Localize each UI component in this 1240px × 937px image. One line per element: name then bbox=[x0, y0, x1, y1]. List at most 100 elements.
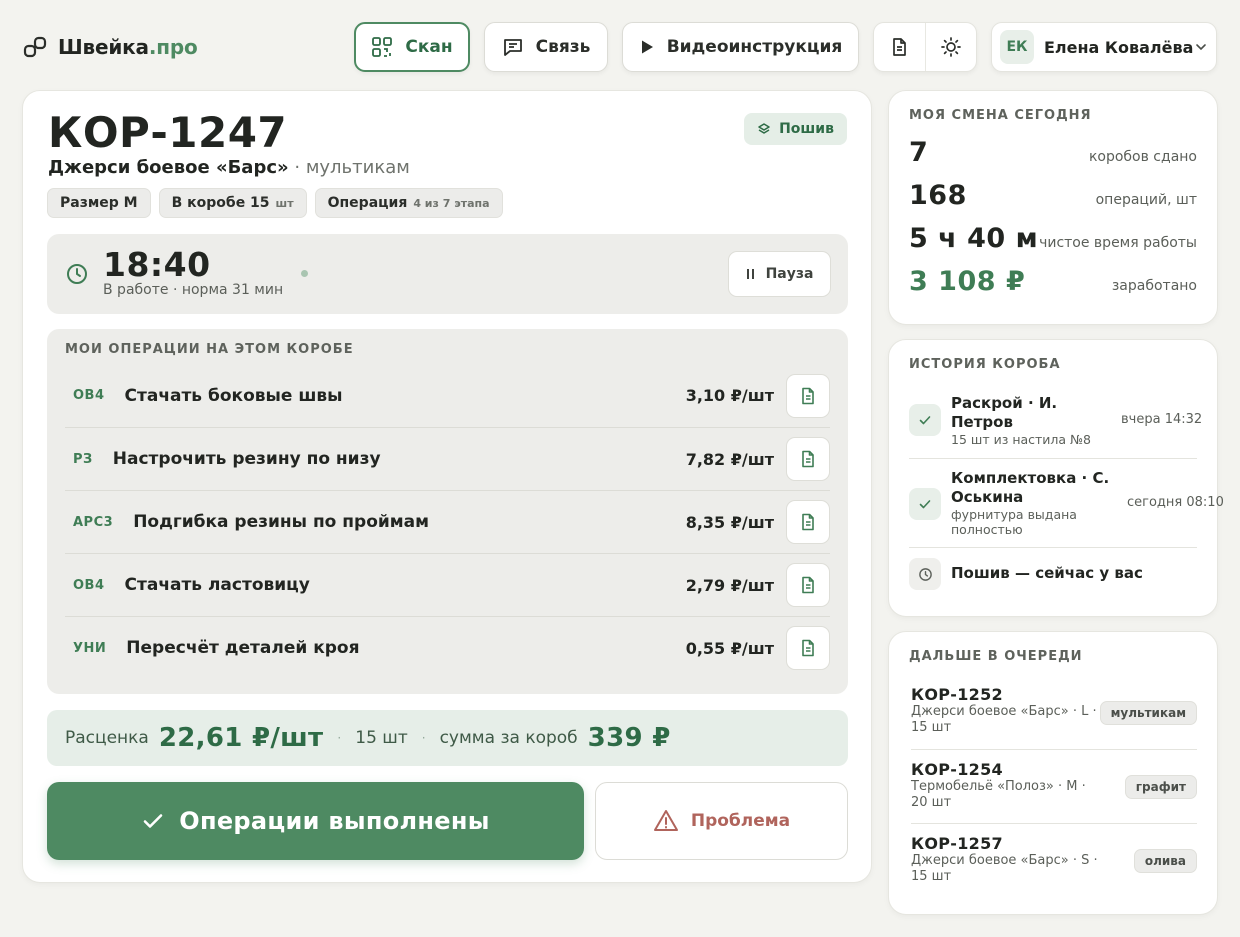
operation-row: АРС3 Подгибка резины по проймам 8,35 ₽/ш… bbox=[65, 490, 830, 553]
avatar: ЕК bbox=[1000, 30, 1034, 64]
box-subtitle: Джерси боевое «Барс» · мультикам bbox=[48, 157, 410, 178]
queue-box-desc: Термобельё «Полоз» · M · 20 шт bbox=[911, 779, 1086, 810]
history-time: вчера 14:32 bbox=[1121, 412, 1203, 427]
stat-label: операций, шт bbox=[1095, 192, 1197, 208]
document-icon bbox=[799, 513, 817, 531]
document-icon bbox=[799, 450, 817, 468]
operations-done-button[interactable]: Операции выполнены bbox=[47, 782, 584, 860]
stat-label: чистое время работы bbox=[1039, 235, 1197, 251]
operation-row: УНИ Пересчёт деталей кроя 0,55 ₽/шт bbox=[65, 616, 830, 679]
operation-doc-button[interactable] bbox=[786, 626, 830, 670]
document-icon bbox=[799, 576, 817, 594]
shift-card: МОЯ СМЕНА СЕГОДНЯ 7 коробов сдано 168 оп… bbox=[888, 90, 1218, 325]
queue-item[interactable]: КОР-1252 Джерси боевое «Барс» · L · 15 ш… bbox=[911, 685, 1197, 749]
shift-title: МОЯ СМЕНА СЕГОДНЯ bbox=[909, 108, 1092, 123]
stat-value: 3 108 ₽ bbox=[909, 266, 1026, 297]
user-menu[interactable]: ЕК Елена Ковалёва bbox=[991, 22, 1217, 72]
stat-row: 168 операций, шт bbox=[909, 180, 1197, 211]
operation-price: 0,55 ₽/шт bbox=[685, 638, 774, 658]
app-name: Швейка.про bbox=[58, 35, 198, 59]
history-item: Пошив — сейчас у вас bbox=[909, 547, 1197, 599]
operation-name: Подгибка резины по проймам bbox=[133, 512, 430, 532]
queue-item[interactable]: КОР-1254 Термобельё «Полоз» · M · 20 шт … bbox=[911, 749, 1197, 823]
user-name: Елена Ковалёва bbox=[1044, 37, 1194, 57]
operation-name: Стачать боковые швы bbox=[124, 385, 343, 406]
chevron-down-icon bbox=[1194, 40, 1208, 54]
work-timer: 18:40 В работе · норма 31 мин Пауза bbox=[47, 234, 848, 314]
scan-label: Скан bbox=[405, 37, 453, 57]
quantity-chip: В коробе 15 шт bbox=[158, 188, 307, 218]
operations-title: МОИ ОПЕРАЦИИ НА ЭТОМ КОРОБЕ bbox=[65, 342, 354, 357]
problem-button[interactable]: Проблема bbox=[595, 782, 848, 860]
operation-doc-button[interactable] bbox=[786, 373, 830, 418]
scan-button[interactable]: Скан bbox=[354, 22, 470, 72]
rate-quantity: 15 шт bbox=[355, 728, 408, 748]
queue-item[interactable]: КОР-1257 Джерси боевое «Барс» · S · 15 ш… bbox=[911, 823, 1197, 897]
operation-row: РЗ Настрочить резину по низу 7,82 ₽/шт bbox=[65, 427, 830, 490]
clock-icon bbox=[65, 262, 89, 286]
layers-icon bbox=[757, 122, 771, 136]
operation-code: УНИ bbox=[73, 640, 107, 656]
operation-doc-button[interactable] bbox=[786, 563, 830, 607]
stat-label: заработано bbox=[1111, 278, 1197, 294]
app-logo[interactable]: Швейка.про bbox=[22, 33, 198, 61]
box-chips: Размер М В коробе 15 шт Операция 4 из 7 эт… bbox=[47, 188, 503, 218]
operation-name: Пересчёт деталей кроя bbox=[126, 638, 360, 658]
queue-box-desc: Джерси боевое «Барс» · L · 15 шт bbox=[911, 704, 1097, 735]
box-id: КОР-1247 bbox=[48, 108, 288, 157]
history-main: Комплектовка · С. Оськина bbox=[951, 469, 1110, 506]
history-main: Пошив — сейчас у вас bbox=[951, 564, 1143, 582]
rate-label: Расценка bbox=[65, 728, 149, 748]
stat-row: 7 коробов сдано bbox=[909, 137, 1197, 168]
document-icon bbox=[799, 639, 817, 657]
queue-color-tag: графит bbox=[1124, 775, 1197, 799]
video-label: Видеоинструкция bbox=[666, 37, 843, 57]
stat-label: коробов сдано bbox=[1088, 149, 1197, 165]
stat-value: 5 ч 40 м bbox=[909, 223, 1039, 254]
operation-code: ОВ4 bbox=[73, 388, 105, 403]
stat-row: 5 ч 40 м чистое время работы bbox=[909, 223, 1197, 254]
chat-label: Связь bbox=[535, 37, 591, 57]
operation-doc-button[interactable] bbox=[786, 500, 830, 544]
operation-row: ОВ4 Стачать ластовицу 2,79 ₽/шт bbox=[65, 553, 830, 616]
pause-button[interactable]: Пауза bbox=[728, 251, 831, 297]
rate-summary: Расценка 22,61 ₽/шт · 15 шт · сумма за к… bbox=[47, 710, 848, 766]
warning-icon bbox=[653, 809, 679, 833]
operation-name: Стачать ластовицу bbox=[124, 575, 310, 595]
check-icon bbox=[909, 404, 941, 436]
header-tools bbox=[873, 22, 977, 72]
chat-button[interactable]: Связь bbox=[484, 22, 608, 72]
sun-icon bbox=[940, 36, 962, 58]
theme-toggle-button[interactable] bbox=[924, 23, 977, 71]
check-icon bbox=[141, 809, 165, 833]
chat-icon bbox=[502, 36, 524, 58]
queue-title: ДАЛЬШЕ В ОЧЕРЕДИ bbox=[909, 649, 1083, 664]
operation-price: 7,82 ₽/шт bbox=[685, 449, 774, 469]
timer-value: 18:40 bbox=[103, 245, 211, 284]
operation-row: ОВ4 Стачать боковые швы 3,10 ₽/шт bbox=[65, 364, 830, 427]
rate-sum-label: сумма за короб bbox=[439, 728, 578, 748]
queue-color-tag: олива bbox=[1133, 849, 1197, 873]
size-chip: Размер М bbox=[47, 188, 151, 218]
history-main: Раскрой · И. Петров bbox=[951, 394, 1058, 431]
history-item: Комплектовка · С. Оськина фурнитура выда… bbox=[909, 458, 1224, 548]
operation-progress-chip: Операция 4 из 7 этапа bbox=[314, 188, 503, 218]
history-item: Раскрой · И. Петров 15 шт из настила №8 … bbox=[909, 394, 1202, 456]
operation-code: РЗ bbox=[73, 451, 93, 467]
history-sub: 15 шт из настила №8 bbox=[951, 432, 1092, 447]
history-title: ИСТОРИЯ КОРОБА bbox=[909, 357, 1061, 372]
history-time: сегодня 08:10 bbox=[1127, 495, 1224, 510]
timer-status: В работе · норма 31 мин bbox=[103, 282, 284, 298]
queue-card: ДАЛЬШЕ В ОЧЕРЕДИ КОР-1252 Джерси боевое … bbox=[888, 631, 1218, 915]
video-instruction-button[interactable]: Видеоинструкция bbox=[622, 22, 859, 72]
rate-value: 22,61 ₽/шт bbox=[158, 723, 324, 753]
rate-sum-value: 339 ₽ bbox=[587, 723, 671, 753]
operation-code: ОВ4 bbox=[73, 577, 105, 593]
queue-color-tag: мультикам bbox=[1099, 701, 1197, 725]
document-button[interactable] bbox=[874, 23, 925, 71]
document-icon bbox=[799, 387, 817, 405]
timer-indicator bbox=[301, 270, 308, 277]
current-box-card: КОР-1247 Пошив Джерси боевое «Барс» · му… bbox=[22, 90, 872, 883]
link-icon bbox=[22, 34, 48, 60]
operation-doc-button[interactable] bbox=[786, 437, 830, 481]
